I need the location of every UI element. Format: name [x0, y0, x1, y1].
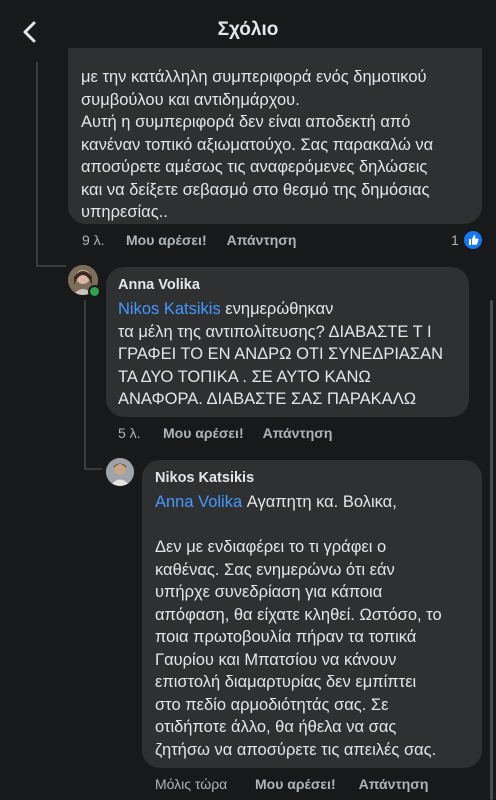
- comment-actions: Μόλις τώρα Μου αρέσει! Απάντηση: [155, 776, 428, 792]
- thread-line-connector: [36, 265, 66, 267]
- like-count: 1: [451, 232, 459, 248]
- comment-bubble[interactable]: με την κατάλληλη συμπεριφορά ενός δημοτι…: [68, 48, 482, 224]
- thread-line-connector-2: [84, 468, 102, 470]
- comment-text-start: Αγαπητη κα. Βολικα,: [242, 493, 397, 511]
- mention-link[interactable]: Nikos Katsikis: [118, 300, 221, 318]
- comment-actions: 9 λ. Μου αρέσει! Απάντηση: [82, 232, 296, 248]
- mention-link[interactable]: Anna Volika: [155, 493, 242, 511]
- comment-author[interactable]: Nikos Katsikis: [155, 470, 472, 486]
- comment-text: Anna Volika Αγαπητη κα. Βολικα, Δεν με εν…: [155, 491, 472, 761]
- comment-text: Nikos Katsikis ενημερώθηκαν τα μέλη της α…: [118, 298, 456, 411]
- page-title: Σχόλιο: [217, 19, 279, 40]
- avatar[interactable]: [106, 458, 134, 486]
- comment-actions: 5 λ. Μου αρέσει! Απάντηση: [118, 425, 332, 441]
- comment-time: 9 λ.: [82, 232, 105, 248]
- like-button[interactable]: Μου αρέσει!: [163, 425, 244, 441]
- comment-text: με την κατάλληλη συμπεριφορά ενός δημοτι…: [81, 68, 434, 221]
- comment-text-start: ενημερώθηκαν: [220, 300, 334, 318]
- comment-bubble[interactable]: Nikos Katsikis Anna Volika Αγαπητη κα. Β…: [142, 460, 482, 768]
- like-button[interactable]: Μου αρέσει!: [126, 232, 207, 248]
- thread-line-nested: [84, 300, 86, 470]
- thread-line: [36, 62, 38, 267]
- comment-time: Μόλις τώρα: [155, 776, 228, 792]
- scrollbar[interactable]: [490, 300, 493, 800]
- like-button[interactable]: Μου αρέσει!: [255, 776, 336, 792]
- thumbs-up-icon[interactable]: [464, 231, 482, 249]
- comment-time: 5 λ.: [118, 425, 141, 441]
- online-status-dot: [88, 285, 101, 298]
- comment-text-rest: Δεν με ενδιαφέρει το τι γράφει ο καθένας…: [155, 538, 442, 759]
- reply-button[interactable]: Απάντηση: [263, 425, 333, 441]
- comment-text-rest: τα μέλη της αντιπολίτευσης? ΔΙΑΒΑΣΤΕ Τ Ι…: [118, 322, 444, 409]
- reply-button[interactable]: Απάντηση: [227, 232, 297, 248]
- reply-button[interactable]: Απάντηση: [359, 776, 429, 792]
- comment-bubble[interactable]: Anna Volika Nikos Katsikis ενημερώθηκαν τ…: [106, 267, 469, 417]
- comment-author[interactable]: Anna Volika: [118, 277, 456, 293]
